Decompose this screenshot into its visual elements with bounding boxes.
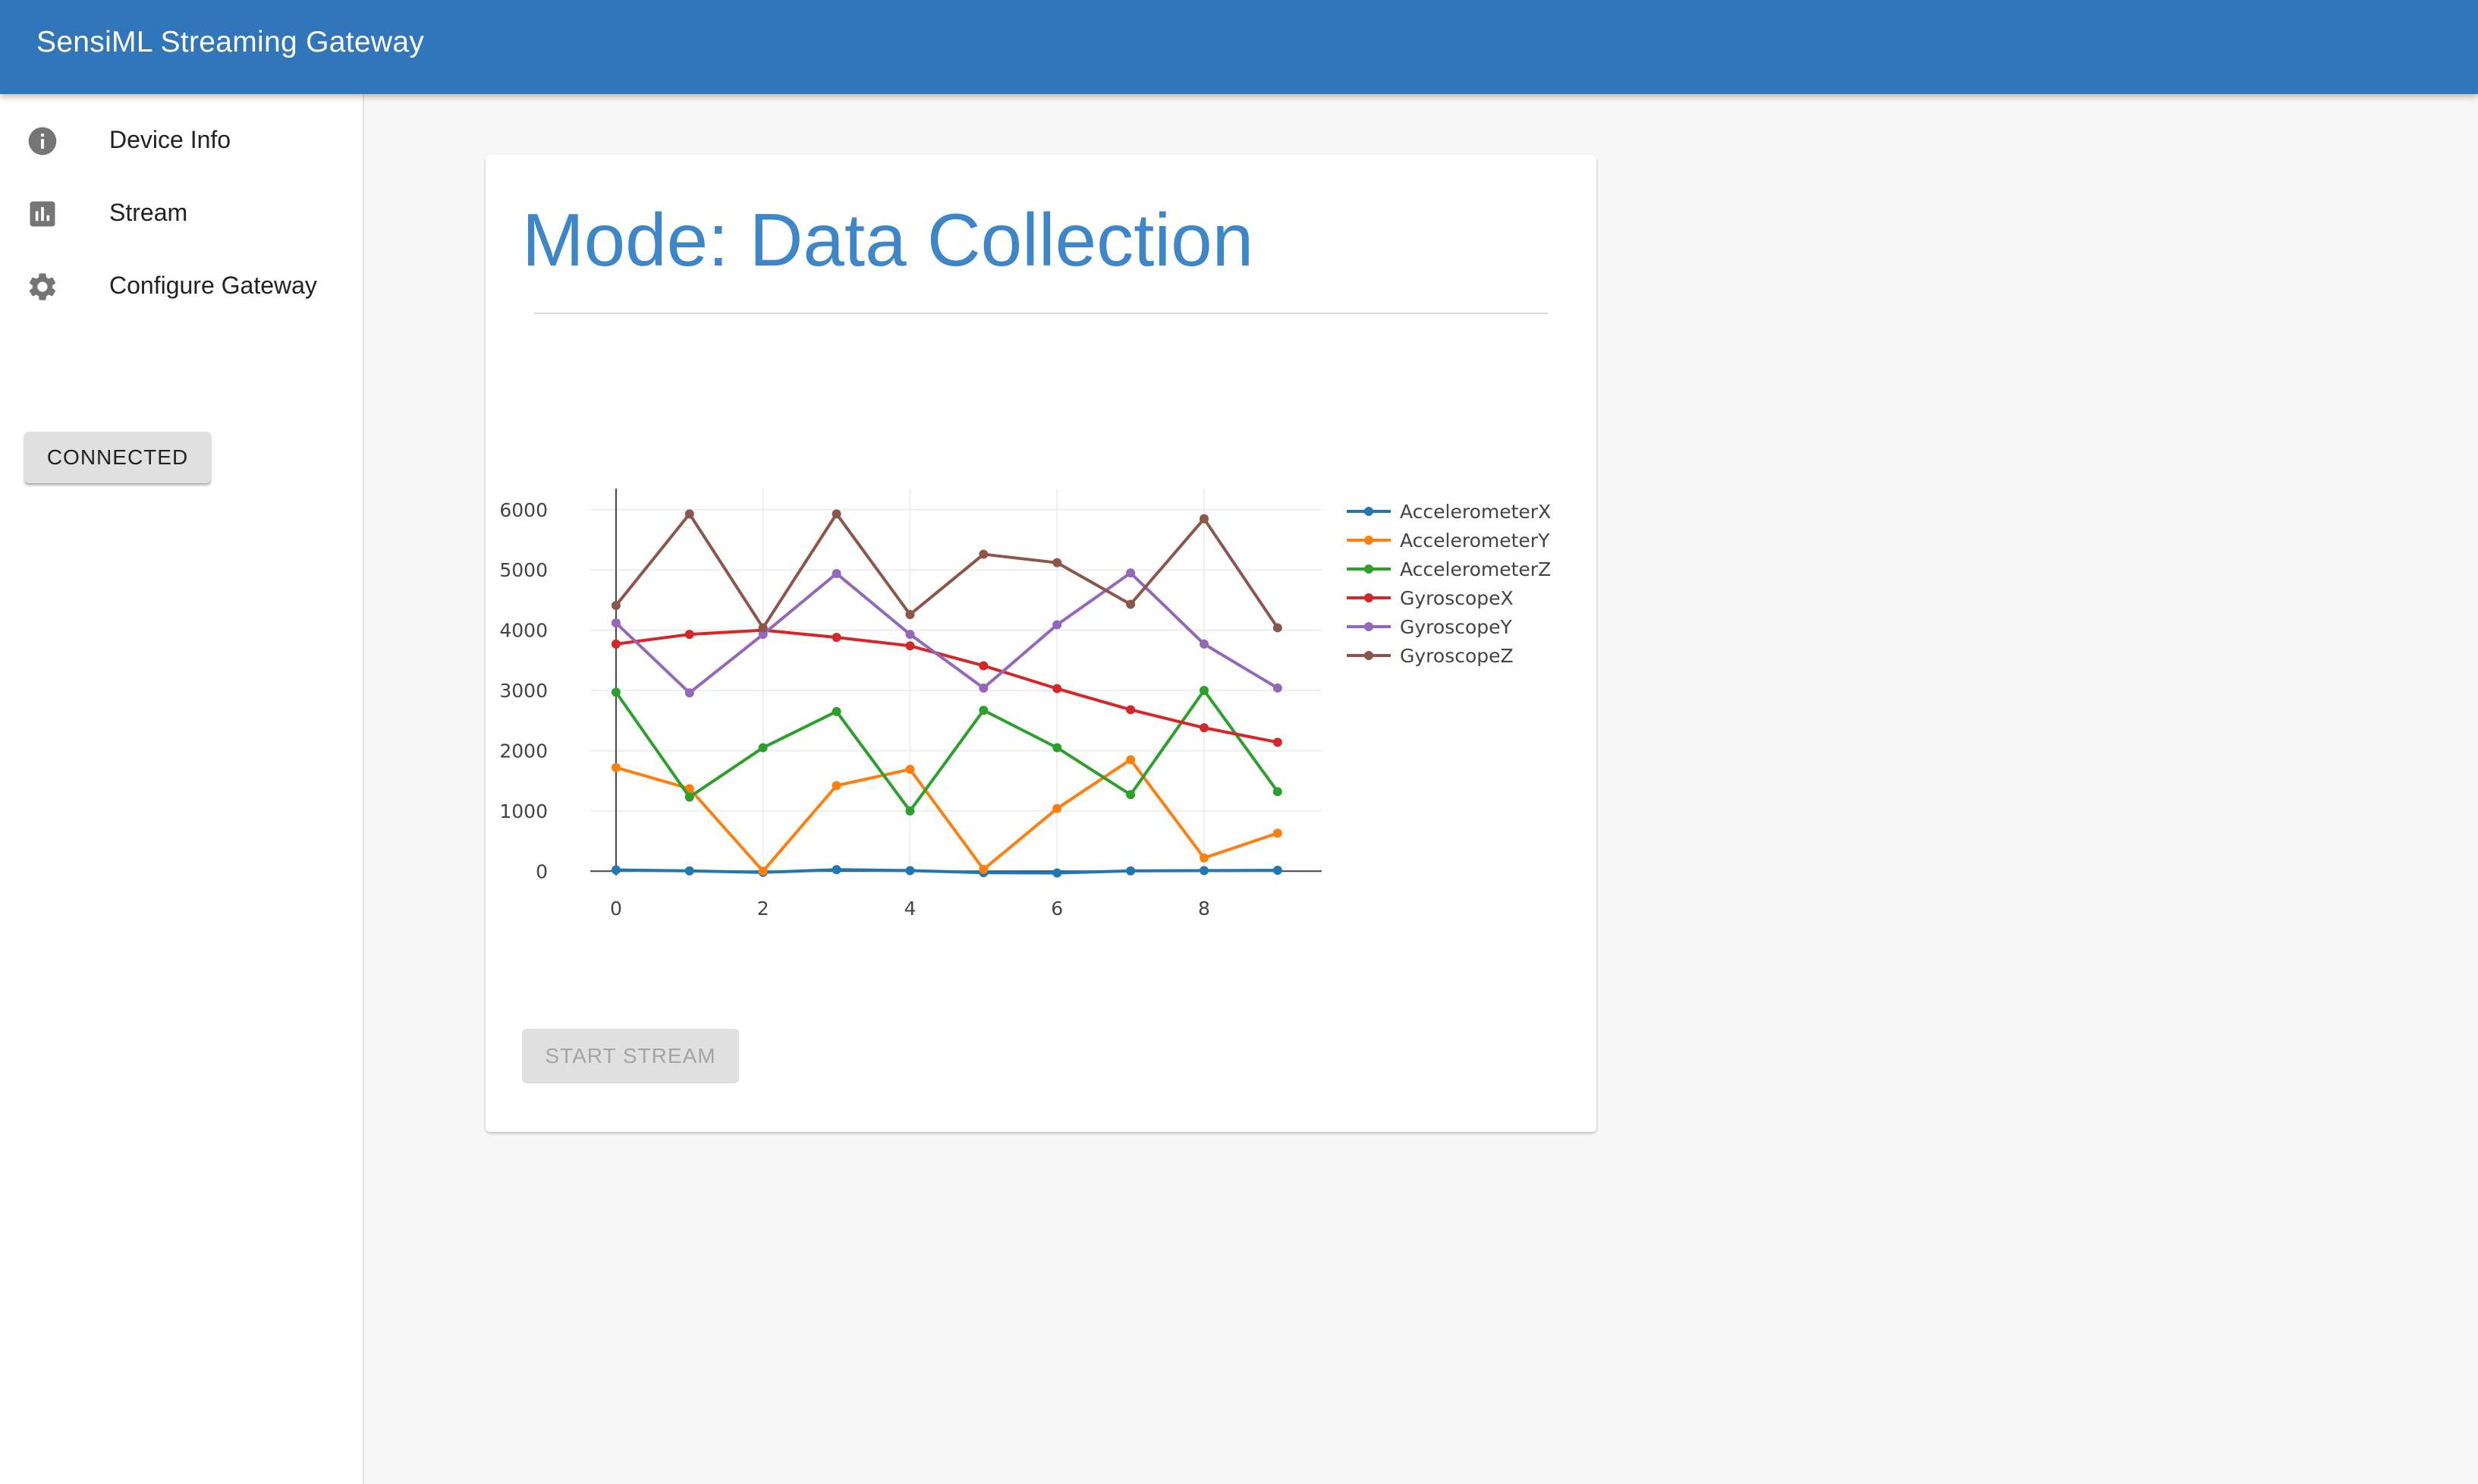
legend-marker: [1364, 622, 1373, 631]
data-point: [611, 687, 621, 697]
legend-label: AccelerometerZ: [1400, 558, 1551, 580]
series-line-accelerometery: [615, 758, 1278, 873]
data-point: [905, 609, 915, 619]
data-point: [1126, 599, 1136, 609]
data-point: [1199, 639, 1209, 649]
data-point: [684, 792, 694, 802]
connected-button[interactable]: CONNECTED: [24, 432, 211, 483]
data-point: [832, 633, 841, 643]
legend-marker: [1364, 651, 1373, 660]
data-point: [1126, 755, 1136, 765]
legend-marker: [1364, 536, 1373, 545]
data-point: [1199, 853, 1209, 863]
y-tick-label: 1000: [499, 800, 548, 822]
sidebar-item-configure-gateway[interactable]: Configure Gateway: [0, 253, 363, 322]
sidebar-item-device-info[interactable]: Device Info: [0, 108, 363, 176]
x-tick-label: 4: [904, 898, 916, 920]
data-point: [1052, 868, 1062, 878]
data-point: [979, 706, 989, 715]
y-tick-label: 5000: [499, 559, 548, 581]
data-point: [1052, 558, 1062, 568]
legend-label: GyroscopeZ: [1400, 645, 1514, 667]
data-point: [684, 866, 694, 876]
legend-marker: [1364, 564, 1373, 574]
data-point: [611, 639, 621, 649]
data-point: [905, 765, 915, 775]
data-point: [1199, 723, 1209, 733]
x-tick-label: 8: [1198, 898, 1210, 920]
series-line-gyroscopez: [615, 512, 1279, 630]
data-point: [1199, 866, 1209, 876]
x-tick-label: 6: [1051, 898, 1063, 920]
data-point: [1052, 803, 1062, 813]
data-point: [1272, 737, 1282, 747]
data-point: [1272, 683, 1282, 693]
data-point: [905, 641, 915, 651]
data-point: [1199, 514, 1209, 523]
legend-label: GyroscopeY: [1400, 616, 1513, 638]
data-point: [611, 618, 621, 628]
y-tick-label: 2000: [499, 740, 548, 762]
data-point: [1272, 828, 1282, 838]
data-point: [832, 781, 841, 791]
data-point: [832, 568, 841, 578]
sidebar-item-stream[interactable]: Stream: [0, 181, 363, 249]
y-tick-label: 4000: [499, 620, 548, 642]
x-tick-label: 2: [757, 898, 769, 920]
data-point: [684, 630, 694, 640]
data-point: [758, 623, 768, 633]
gear-icon: [29, 273, 56, 300]
data-point: [1126, 790, 1136, 800]
x-tick-label: 0: [610, 898, 622, 920]
data-point: [979, 549, 989, 559]
sidebar: Device Info Stream Configure Gateway CON…: [0, 94, 364, 1484]
data-point: [832, 509, 841, 519]
data-point: [611, 601, 621, 611]
legend-marker: [1364, 593, 1373, 602]
data-point: [1126, 705, 1136, 715]
legend-marker: [1364, 507, 1373, 516]
app-bar: SensiML Streaming Gateway: [0, 0, 2478, 94]
mode-card: Mode: Data Collection 0 1000 2000 3000 4000 5…: [486, 155, 1596, 1132]
data-point: [684, 688, 694, 698]
y-tick-label: 3000: [499, 680, 548, 702]
data-point: [758, 743, 768, 753]
data-point: [1272, 866, 1282, 876]
data-point: [1052, 743, 1062, 753]
data-point: [611, 865, 621, 875]
y-tick-label: 0: [536, 860, 548, 882]
legend-label: AccelerometerX: [1400, 501, 1551, 523]
data-point: [1272, 787, 1282, 797]
data-point: [979, 661, 989, 671]
sidebar-item-label: Stream: [109, 199, 188, 226]
series-line-accelerometerx: [615, 868, 1278, 875]
data-point: [684, 509, 694, 519]
data-point: [1272, 623, 1282, 633]
data-point: [905, 806, 915, 816]
data-point: [1052, 620, 1062, 630]
data-point: [832, 706, 841, 716]
data-point: [1199, 686, 1209, 696]
app-title: SensiML Streaming Gateway: [36, 26, 425, 58]
data-point: [905, 630, 915, 640]
data-point: [1052, 684, 1062, 693]
data-point: [611, 762, 621, 772]
legend-label: AccelerometerY: [1400, 530, 1550, 552]
sensor-line-chart: 0 1000 2000 3000 4000 5000 6000 0 2 4 6 8 Accelerom…: [499, 489, 1551, 920]
info-icon: [28, 127, 57, 156]
bar-chart-icon: [30, 201, 55, 227]
data-point: [979, 683, 989, 693]
data-point: [1126, 568, 1136, 578]
start-stream-button[interactable]: START STREAM: [522, 1029, 739, 1083]
data-point: [1126, 866, 1136, 876]
data-point: [758, 866, 768, 876]
data-point: [832, 865, 841, 875]
data-point: [979, 864, 989, 874]
sidebar-item-label: Device Info: [109, 126, 231, 153]
y-tick-label: 6000: [499, 499, 548, 521]
legend-label: GyroscopeX: [1400, 587, 1514, 609]
data-point: [905, 866, 915, 876]
sidebar-item-label: Configure Gateway: [109, 272, 317, 299]
